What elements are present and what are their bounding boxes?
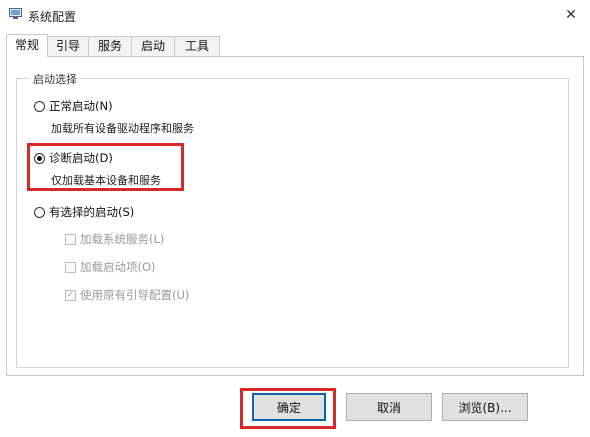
tab-startup[interactable]: 启动 [131,36,175,56]
close-button[interactable]: ✕ [552,0,590,30]
selective-startup-radio[interactable]: 有选择的启动(S) [34,204,134,220]
tab-tools[interactable]: 工具 [174,36,220,56]
load-system-services-label: 加载系统服务(L) [80,232,165,246]
tab-general[interactable]: 常规 [6,34,48,57]
title-bar: 系统配置 ✕ [0,0,590,30]
tab-strip: 常规 引导 服务 启动 工具 [0,34,590,57]
load-system-services-checkbox[interactable]: 加载系统服务(L) [65,231,164,247]
load-startup-items-label: 加载启动项(O) [80,260,156,274]
selective-startup-label: 有选择的启动(S) [49,205,135,219]
window-title: 系统配置 [28,10,77,24]
startup-selection-legend: 启动选择 [30,71,80,87]
diagnostic-startup-description: 仅加载基本设备和服务 [51,174,161,187]
use-original-boot-config-checkbox[interactable]: ✓ 使用原有引导配置(U) [65,287,189,303]
system-configuration-window: 系统配置 ✕ 常规 引导 服务 启动 工具 启动选择 正常启动(N) 加载所有设… [0,0,590,437]
cancel-button[interactable]: 取消 [346,393,432,421]
tab-boot[interactable]: 引导 [47,36,89,56]
diagnostic-startup-radio[interactable]: 诊断启动(D) [34,150,113,166]
checkbox-box[interactable] [65,233,76,245]
close-icon: ✕ [565,7,577,23]
check-icon: ✓ [66,289,75,300]
radio-indicator-selected[interactable] [34,152,45,164]
checkbox-box[interactable] [65,261,76,273]
browse-button[interactable]: 浏览(B)... [442,393,528,421]
radio-dot [37,155,42,161]
tab-services[interactable]: 服务 [88,36,132,56]
checkbox-box-checked[interactable]: ✓ [65,289,76,301]
use-original-boot-config-label: 使用原有引导配置(U) [80,288,190,302]
diagnostic-startup-label: 诊断启动(D) [49,151,113,165]
load-startup-items-checkbox[interactable]: 加载启动项(O) [65,259,156,275]
radio-indicator[interactable] [34,206,45,218]
normal-startup-description: 加载所有设备驱动程序和服务 [51,122,194,135]
msconfig-icon [9,8,22,19]
normal-startup-label: 正常启动(N) [49,99,113,113]
normal-startup-radio[interactable]: 正常启动(N) [34,98,113,114]
ok-button[interactable]: 确定 [252,393,326,421]
radio-indicator[interactable] [34,100,45,112]
